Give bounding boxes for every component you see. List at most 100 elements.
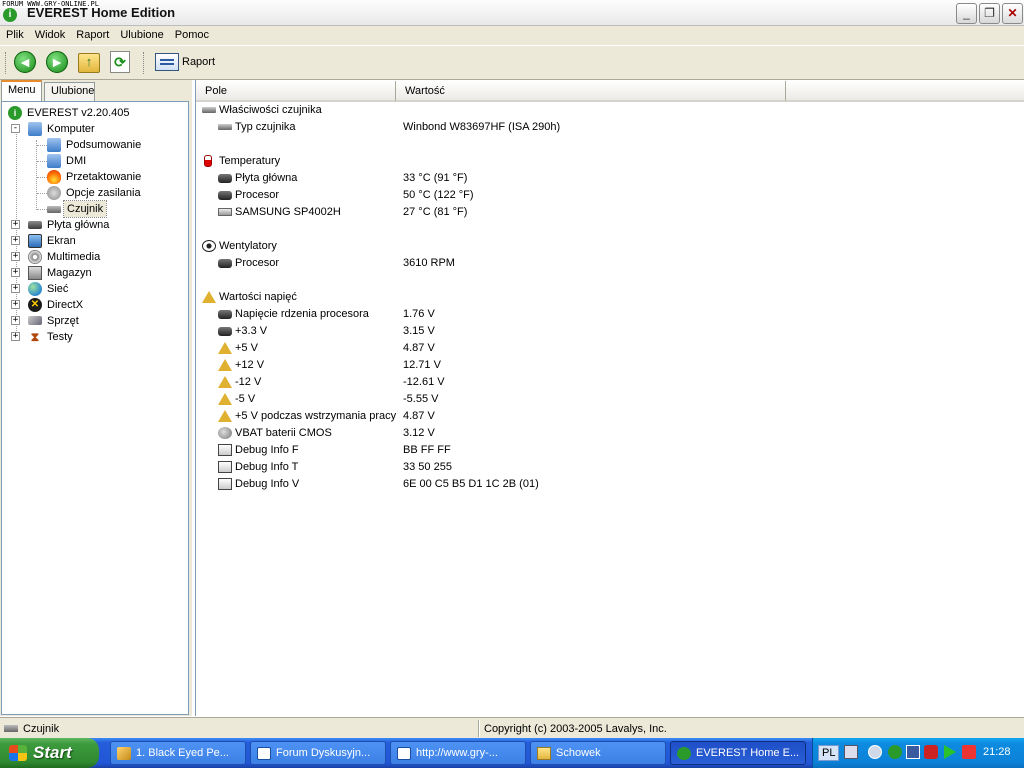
table-row[interactable]: +3.3 V 3.15 V [196,323,1024,340]
row-value: 3.15 V [403,325,435,337]
table-row[interactable]: Procesor 3610 RPM [196,255,1024,272]
everest-tray-icon[interactable] [888,745,902,759]
minimize-button[interactable]: _ [956,3,977,24]
tree-item-label: DMI [66,155,87,167]
table-row[interactable]: -5 V -5.55 V [196,391,1024,408]
table-row[interactable]: +5 V podczas wstrzymania pracy 4.87 V [196,408,1024,425]
row-label: +12 V [235,359,265,371]
task-label: http://www.gry-... [416,747,498,759]
table-row[interactable]: VBAT baterii CMOS 3.12 V [196,425,1024,442]
row-label: Procesor [235,189,280,201]
table-row[interactable]: Typ czujnika Winbond W83697HF (ISA 290h) [196,119,1024,136]
row-value: 3.12 V [403,427,435,439]
menu-ulubione[interactable]: Ulubione [114,26,168,41]
taskbar-button-schowek[interactable]: Schowek [530,741,666,765]
table-row[interactable]: Płyta główna 33 °C (91 °F) [196,170,1024,187]
up-folder-button[interactable]: ↑ [78,51,102,75]
row-value: -5.55 V [403,393,439,405]
play-icon[interactable] [944,745,956,759]
menu-plik[interactable]: Plik [0,26,29,41]
tree-item-label: DirectX [47,299,84,311]
taskbar-button-browser[interactable]: http://www.gry-... [390,741,526,765]
row-value: 4.87 V [403,410,435,422]
menu-pomoc[interactable]: Pomoc [169,26,214,41]
table-row[interactable]: +12 V 12.71 V [196,357,1024,374]
section-header-row[interactable]: Wentylatory [196,238,1024,255]
title-bar[interactable]: FORUM WWW.GRY-ONLINE.PL i EVEREST Home E… [0,0,1024,26]
section-header-row[interactable]: Wartości napięć [196,289,1024,306]
column-header-pole[interactable]: Pole [196,81,396,102]
ati-icon[interactable] [962,745,976,759]
voltage-icon [218,393,232,405]
table-row[interactable]: -12 V -12.61 V [196,374,1024,391]
column-header-empty [786,81,1024,102]
task-label: Forum Dyskusyjn... [276,747,371,759]
network-icon[interactable] [906,745,920,759]
left-pane: Menu Ulubione i EVEREST v2.20.405 - Komp… [0,80,192,716]
expand-icon[interactable]: + [11,252,20,261]
refresh-button[interactable]: ⟳ [110,51,134,75]
table-row[interactable]: Debug Info F BB FF FF [196,442,1024,459]
collapse-icon[interactable]: - [11,124,20,133]
tree-guide-line [37,209,47,210]
row-label: VBAT baterii CMOS [235,427,332,439]
tree-item-label: Ekran [47,235,76,247]
system-tray: PL 21:28 [812,738,1024,768]
table-row[interactable]: SAMSUNG SP4002H 27 °C (81 °F) [196,204,1024,221]
keyboard-icon[interactable] [844,745,858,759]
cpu-icon [218,259,232,268]
clock[interactable]: 21:28 [983,746,1011,758]
forward-arrow-icon: ► [46,51,68,73]
status-divider [478,720,480,737]
table-row[interactable]: Procesor 50 °C (122 °F) [196,187,1024,204]
toolbar-separator [143,52,145,74]
expand-icon[interactable]: + [11,316,20,325]
directx-icon: ✕ [28,298,42,312]
taskbar-button-everest[interactable]: EVEREST Home E... [670,741,806,765]
table-row[interactable]: Debug Info T 33 50 255 [196,459,1024,476]
expand-icon[interactable]: + [11,284,20,293]
table-row[interactable]: Napięcie rdzenia procesora 1.76 V [196,306,1024,323]
sensor-icon [47,206,61,213]
tab-ulubione[interactable]: Ulubione [44,82,95,101]
taskbar-button-forum[interactable]: Forum Dyskusyjn... [250,741,386,765]
forward-button[interactable]: ► [46,51,70,75]
restore-button[interactable]: ❐ [979,3,1000,24]
table-row[interactable]: Debug Info V 6E 00 C5 B5 D1 1C 2B (01) [196,476,1024,493]
menu-raport[interactable]: Raport [70,26,114,41]
section-header-row[interactable]: Właściwości czujnika [196,102,1024,119]
menu-widok[interactable]: Widok [29,26,71,41]
menu-bar: Plik Widok Raport Ulubione Pomoc [0,26,1024,46]
tab-menu[interactable]: Menu [1,80,42,101]
table-row[interactable]: +5 V 4.87 V [196,340,1024,357]
debug-icon [218,478,232,490]
browser-page-icon [257,747,271,760]
start-button[interactable]: Start [0,738,99,768]
close-button[interactable]: ✕ [1002,3,1023,24]
row-value: -12.61 V [403,376,445,388]
app-info-icon[interactable]: i [3,8,17,22]
winamp-icon [117,747,131,760]
voltage-icon [218,359,232,371]
cpu-icon [218,191,232,200]
column-header-wartosc[interactable]: Wartość [396,81,786,102]
tray-expand-icon[interactable] [868,745,882,759]
expand-icon[interactable]: + [11,300,20,309]
expand-icon[interactable]: + [11,236,20,245]
taskbar-button-winamp[interactable]: 1. Black Eyed Pe... [110,741,246,765]
expand-icon[interactable]: + [11,268,20,277]
language-indicator[interactable]: PL [818,745,840,761]
motherboard-icon [28,221,42,229]
row-label: -12 V [235,376,262,388]
sensor-icon [4,725,18,732]
expand-icon[interactable]: + [11,220,20,229]
security-shield-icon[interactable] [924,745,938,759]
report-label: Raport [182,56,216,68]
expand-icon[interactable]: + [11,332,20,341]
back-button[interactable]: ◄ [14,51,38,75]
windows-logo-icon [9,745,27,761]
tree-item-label: Przetaktowanie [66,171,142,183]
tree-item-label: Podsumowanie [66,139,142,151]
section-header-row[interactable]: Temperatury [196,153,1024,170]
row-label: +5 V [235,342,258,354]
